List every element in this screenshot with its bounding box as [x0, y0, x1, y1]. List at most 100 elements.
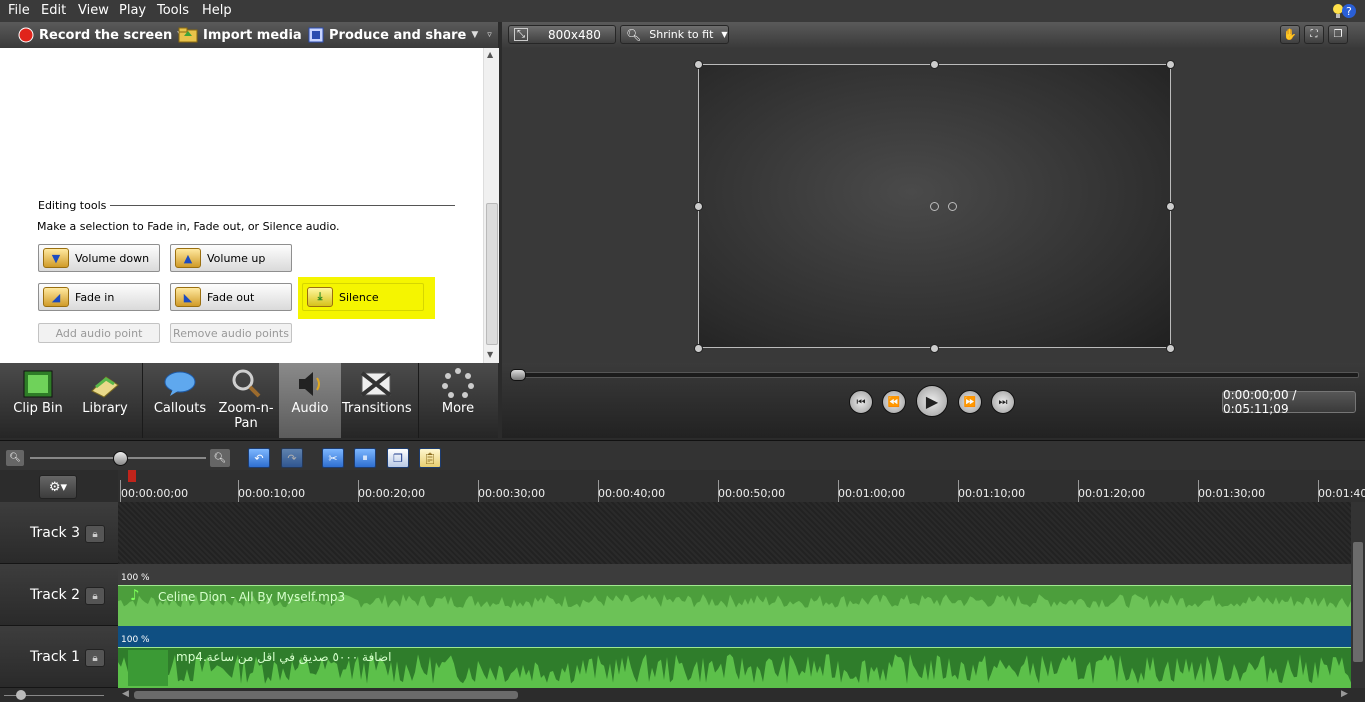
dimensions-button[interactable]: ⤡ 800x480 — [508, 25, 616, 44]
tab-callouts-label: Callouts — [153, 401, 207, 416]
scroll-right-icon[interactable]: ▶ — [1341, 689, 1348, 699]
volume-up-button[interactable]: ▲ Volume up — [170, 244, 292, 272]
resize-handle[interactable] — [694, 344, 703, 353]
scroll-down-icon[interactable]: ▼ — [487, 350, 493, 359]
menu-view[interactable]: View — [78, 3, 109, 18]
resize-handle[interactable] — [1166, 344, 1175, 353]
track-2-header[interactable]: Track 2 🔒︎ — [0, 564, 118, 626]
track-1-header[interactable]: Track 1 🔒︎ — [0, 626, 118, 688]
add-audio-point-button[interactable]: Add audio point — [38, 323, 160, 343]
rewind-button[interactable]: ⏪ — [882, 390, 906, 414]
playhead-marker[interactable] — [128, 470, 136, 482]
tab-callouts[interactable]: Callouts — [144, 363, 216, 438]
menu-tools[interactable]: Tools — [157, 3, 189, 18]
track-3-lane[interactable] — [118, 502, 1351, 564]
tab-clip-bin[interactable]: Clip Bin — [4, 363, 72, 438]
track-1-volume-percent: 100 % — [121, 635, 150, 645]
tab-library[interactable]: Library — [72, 363, 138, 438]
volume-down-button[interactable]: ▼ Volume down — [38, 244, 160, 272]
seek-thumb[interactable] — [510, 369, 526, 381]
volume-line[interactable] — [118, 647, 1351, 648]
copy-button[interactable]: ❐ — [387, 448, 409, 468]
resize-handle[interactable] — [1166, 60, 1175, 69]
slider-thumb[interactable] — [16, 690, 26, 700]
split-icon: ⏸ — [362, 451, 368, 464]
remove-audio-points-label: Remove audio points — [173, 326, 289, 340]
track-3-name: Track 3 — [30, 525, 80, 541]
silence-button[interactable]: ⤓ Silence — [302, 283, 424, 311]
preview-canvas[interactable] — [694, 60, 1175, 353]
resize-handle[interactable] — [930, 60, 939, 69]
lock-icon[interactable]: 🔒︎ — [85, 525, 105, 543]
rotate-handle[interactable] — [948, 202, 957, 211]
scroll-up-icon[interactable]: ▲ — [487, 50, 493, 59]
time-ruler[interactable]: 00:00:00;00 00:00:10;00 00:00:20;00 00:0… — [118, 470, 1365, 503]
scrollbar-thumb[interactable] — [1353, 542, 1363, 662]
fast-forward-button[interactable]: ⏩ — [958, 390, 982, 414]
timeline-vertical-scrollbar[interactable] — [1351, 502, 1365, 688]
play-button[interactable]: ▶ — [916, 385, 948, 417]
tab-more[interactable]: More — [420, 363, 496, 438]
overflow-chevron-icon[interactable]: ▿ — [487, 30, 492, 40]
lock-icon[interactable]: 🔒︎ — [85, 649, 105, 667]
scrollbar-thumb[interactable] — [486, 203, 498, 345]
panel-scrollbar[interactable]: ▲ ▼ — [483, 48, 499, 363]
resize-handle[interactable] — [694, 60, 703, 69]
fade-out-button[interactable]: ◣ Fade out — [170, 283, 292, 311]
ruler-label: 00:01:30;00 — [1198, 487, 1266, 500]
split-button[interactable]: ⏸ — [354, 448, 376, 468]
detach-preview-button[interactable]: ❐ — [1328, 25, 1348, 44]
time-display: 0:00:00;00 / 0:05:11;09 — [1222, 388, 1356, 416]
zoom-dropdown[interactable]: 🔍︎ Shrink to fit ▼ — [620, 25, 729, 44]
track-1-lane[interactable]: 100 % اضافة ٥٠٠٠ صديق في اقل من ساعة.mp4 — [118, 626, 1351, 688]
clip-bin-icon — [23, 370, 53, 398]
import-media-button[interactable]: Import media — [178, 26, 302, 44]
paste-button[interactable]: 📋︎ — [419, 448, 441, 468]
resize-handle[interactable] — [930, 344, 939, 353]
menu-help[interactable]: Help — [202, 3, 232, 18]
timeline-settings-button[interactable]: ⚙▾ — [39, 475, 77, 499]
volume-down-icon: ▼ — [43, 248, 69, 268]
track-height-slider[interactable] — [0, 688, 118, 702]
menu-edit[interactable]: Edit — [41, 3, 66, 18]
volume-line[interactable] — [118, 585, 1351, 586]
timeline-horizontal-scrollbar[interactable]: ◀ ▶ — [118, 688, 1365, 702]
resize-handle[interactable] — [694, 202, 703, 211]
scroll-left-icon[interactable]: ◀ — [122, 689, 129, 699]
video-thumbnail — [128, 650, 168, 686]
skip-back-button[interactable]: ⏮ — [849, 390, 873, 414]
menu-play[interactable]: Play — [119, 3, 146, 18]
scrollbar-thumb[interactable] — [134, 691, 518, 699]
fade-in-label: Fade in — [75, 290, 115, 304]
cut-button[interactable]: ✂ — [322, 448, 344, 468]
menu-file[interactable]: File — [8, 3, 30, 18]
volume-up-icon: ▲ — [175, 248, 201, 268]
zoom-in-button[interactable]: 🔍︎ — [210, 449, 230, 467]
rotate-handle[interactable] — [930, 202, 939, 211]
help-tips-icon[interactable]: ? — [1331, 2, 1357, 20]
undo-icon: ↶ — [254, 451, 264, 465]
tab-transitions[interactable]: Transitions — [342, 363, 412, 438]
fade-in-button[interactable]: ◢ Fade in — [38, 283, 160, 311]
resize-handle[interactable] — [1166, 202, 1175, 211]
remove-audio-points-button[interactable]: Remove audio points — [170, 323, 292, 343]
track-2-volume-percent: 100 % — [121, 573, 150, 583]
redo-button[interactable]: ↷ — [281, 448, 303, 468]
skip-forward-button[interactable]: ⏭ — [991, 390, 1015, 414]
seek-track[interactable] — [512, 372, 1359, 378]
zoom-out-button[interactable]: 🔍︎ — [6, 450, 24, 466]
video-clip-label: اضافة ٥٠٠٠ صديق في اقل من ساعة.mp4 — [176, 650, 392, 664]
hand-tool-button[interactable]: ✋ — [1280, 25, 1300, 44]
undo-button[interactable]: ↶ — [248, 448, 270, 468]
tab-zoom-label-line1: Zoom-n- — [218, 401, 274, 416]
lock-icon[interactable]: 🔒︎ — [85, 587, 105, 605]
track-2-lane[interactable]: 100 % ♪ Celine Dion - All By Myself.mp3 — [118, 564, 1351, 626]
ruler-label: 00:00:50;00 — [718, 487, 786, 500]
produce-share-button[interactable]: Produce and share ▼ ▿ — [308, 26, 492, 44]
zoom-slider-thumb[interactable] — [113, 451, 128, 466]
tab-audio[interactable]: Audio — [279, 363, 341, 438]
record-screen-button[interactable]: Record the screen ▼ — [18, 26, 184, 44]
track-3-header[interactable]: Track 3 🔒︎ — [0, 502, 118, 564]
fullscreen-button[interactable]: ⛶ — [1304, 25, 1324, 44]
tab-zoom-n-pan[interactable]: Zoom-n- Pan — [216, 363, 276, 438]
